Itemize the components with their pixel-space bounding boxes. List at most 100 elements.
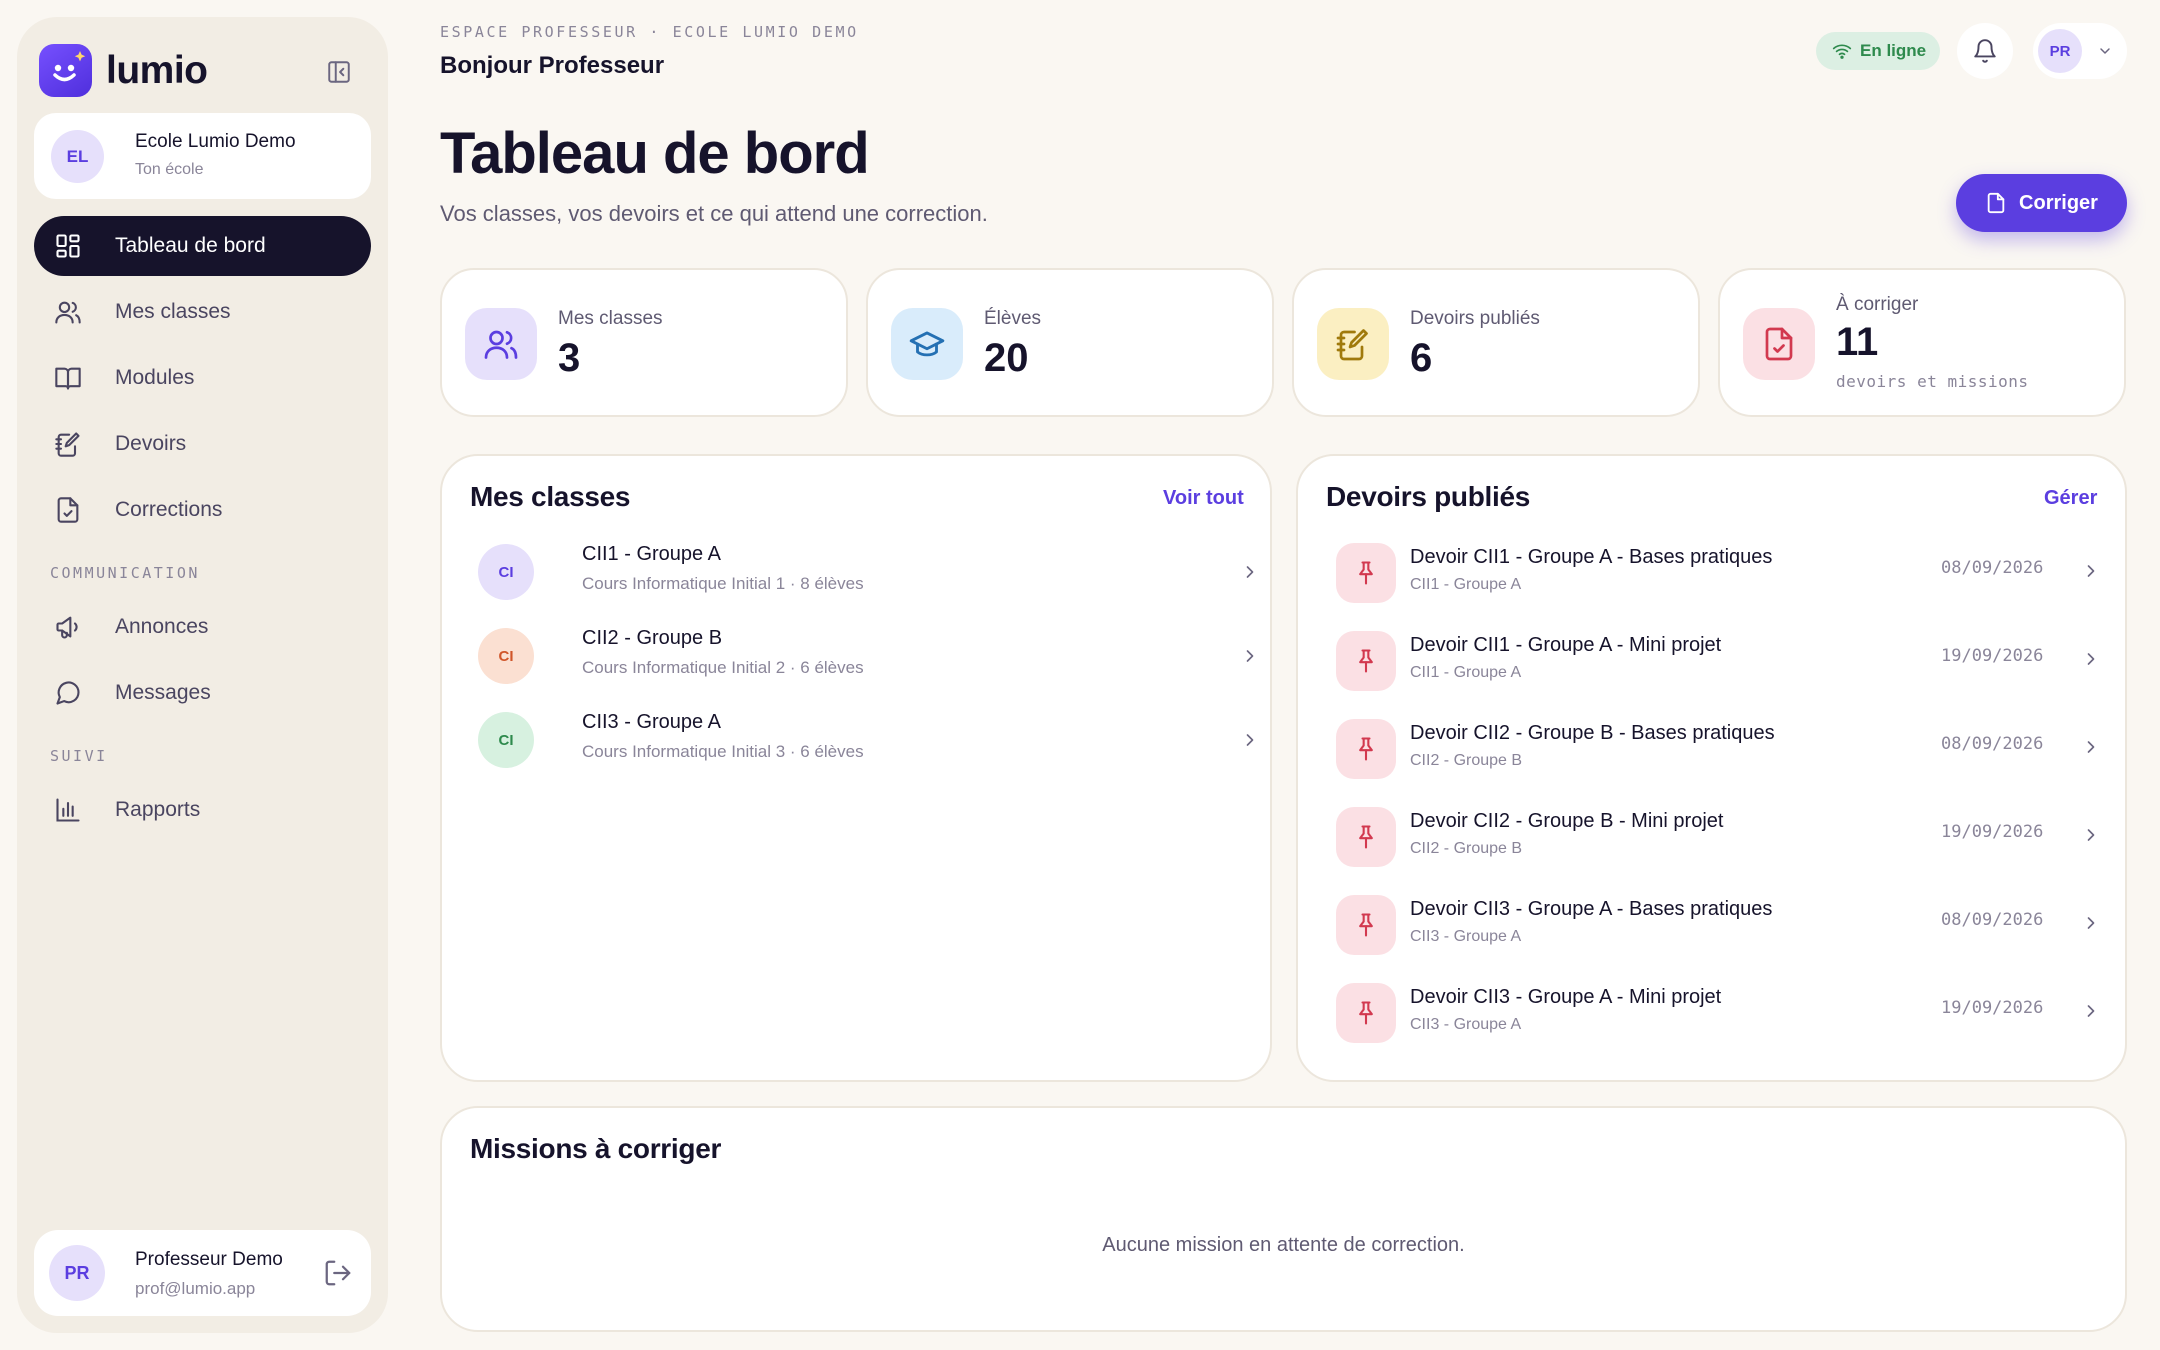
sidebar-item-homework[interactable]: Devoirs	[34, 414, 371, 474]
profile-avatar: PR	[2038, 29, 2082, 73]
sidebar-item-corrections[interactable]: Corrections	[34, 480, 371, 540]
class-detail: Cours Informatique Initial 1 · 8 élèves	[582, 574, 864, 593]
class-name: CII2 - Groupe B	[582, 627, 723, 649]
sidebar-item-reports[interactable]: Rapports	[34, 780, 371, 840]
brand[interactable]: lumio	[39, 44, 208, 97]
profile-menu-button[interactable]: PR	[2033, 23, 2127, 79]
users-icon	[55, 301, 81, 324]
sidebar-item-modules[interactable]: Modules	[34, 348, 371, 408]
homework-title: Devoir CII3 - Groupe A - Mini projet	[1410, 986, 1722, 1008]
logout-icon[interactable]	[323, 1258, 353, 1288]
chevron-right-icon	[1246, 734, 1254, 746]
class-name: CII1 - Groupe A	[582, 543, 721, 565]
stat-note: devoirs et missions	[1836, 372, 2029, 391]
pin-icon	[1336, 631, 1396, 691]
homework-row[interactable]: Devoir CII3 - Groupe A - Mini projet CII…	[1336, 978, 2106, 1048]
homework-group: CII3 - Groupe A	[1410, 928, 1522, 945]
manage-homework-link[interactable]: Gérer	[2044, 487, 2097, 510]
stat-value: 20	[984, 336, 1029, 380]
class-row[interactable]: CI CII3 - Groupe A Cours Informatique In…	[470, 705, 1254, 775]
homework-row[interactable]: Devoir CII1 - Groupe A - Bases pratiques…	[1336, 538, 2106, 608]
chevron-down-icon	[2100, 48, 2110, 54]
sidebar-item-announcements[interactable]: Annonces	[34, 597, 371, 657]
megaphone-icon	[56, 616, 78, 639]
chevron-right-icon	[2087, 917, 2095, 929]
class-detail: Cours Informatique Initial 3 · 6 élèves	[582, 742, 864, 761]
pin-icon	[1336, 543, 1396, 603]
sidebar: lumio EL Ecole Lumio Demo Ton école Tabl…	[17, 17, 388, 1333]
pin-icon	[1336, 719, 1396, 779]
message-icon	[56, 681, 80, 705]
homework-title: Devoir CII2 - Groupe B - Bases pratiques	[1410, 722, 1775, 744]
stat-label: À corriger	[1836, 294, 1919, 315]
sidebar-item-dashboard[interactable]: Tableau de bord	[34, 216, 371, 276]
pin-icon	[1336, 983, 1396, 1043]
homework-group: CII2 - Groupe B	[1410, 840, 1523, 857]
breadcrumb: ESPACE PROFESSEUR · ECOLE LUMIO DEMO	[440, 23, 859, 41]
homework-row[interactable]: Devoir CII2 - Groupe B - Bases pratiques…	[1336, 714, 2106, 784]
homework-group: CII2 - Groupe B	[1410, 752, 1523, 769]
bell-icon	[1974, 39, 1996, 63]
stat-card-students[interactable]: Élèves 20	[866, 268, 1274, 417]
notifications-button[interactable]	[1957, 23, 2013, 79]
book-icon	[55, 367, 81, 390]
stat-icon-to-grade	[1743, 308, 1815, 380]
nav-section-suivi: SUIVI	[50, 747, 108, 765]
stat-label: Devoirs publiés	[1410, 308, 1540, 329]
sidebar-item-classes[interactable]: Mes classes	[34, 282, 371, 342]
sidebar-item-messages[interactable]: Messages	[34, 663, 371, 723]
grade-button-label: Corriger	[2019, 191, 2098, 214]
homework-row[interactable]: Devoir CII1 - Groupe A - Mini projet CII…	[1336, 626, 2106, 696]
chevron-right-icon	[2087, 1005, 2095, 1017]
class-row[interactable]: CI CII2 - Groupe B Cours Informatique In…	[470, 621, 1254, 691]
class-row[interactable]: CI CII1 - Groupe A Cours Informatique In…	[470, 537, 1254, 607]
homework-date: 08/09/2026	[1941, 558, 2044, 578]
classes-panel-title: Mes classes	[470, 481, 631, 512]
homework-title: Devoir CII2 - Groupe B - Mini projet	[1410, 810, 1724, 832]
see-all-classes-link[interactable]: Voir tout	[1163, 487, 1244, 510]
graduation-cap-icon	[909, 331, 945, 357]
homework-row[interactable]: Devoir CII3 - Groupe A - Bases pratiques…	[1336, 890, 2106, 960]
class-avatar: CI	[478, 628, 534, 684]
pin-icon	[1336, 807, 1396, 867]
user-email: prof@lumio.app	[135, 1279, 256, 1298]
stat-card-to-grade[interactable]: À corriger 11 devoirs et missions	[1718, 268, 2126, 417]
school-card[interactable]: EL Ecole Lumio Demo Ton école	[34, 113, 371, 199]
homework-panel-title: Devoirs publiés	[1326, 481, 1531, 512]
grade-button[interactable]: Corriger	[1956, 174, 2127, 232]
stat-icon-classes	[465, 308, 537, 380]
chevron-right-icon	[2087, 829, 2095, 841]
sidebar-item-label: Messages	[115, 681, 211, 704]
notebook-icon	[1336, 329, 1368, 361]
homework-title: Devoir CII1 - Groupe A - Bases pratiques	[1410, 546, 1773, 568]
page-title: Tableau de bord	[440, 121, 870, 186]
sidebar-item-label: Mes classes	[115, 300, 231, 323]
stat-icon-students	[891, 308, 963, 380]
homework-row[interactable]: Devoir CII2 - Groupe B - Mini projet CII…	[1336, 802, 2106, 872]
notebook-icon	[55, 432, 80, 457]
chevron-right-icon	[1246, 650, 1254, 662]
homework-group: CII3 - Groupe A	[1410, 1016, 1522, 1033]
pin-icon	[1336, 895, 1396, 955]
greeting: Bonjour Professeur	[440, 52, 665, 79]
user-card[interactable]: PR Professeur Demo prof@lumio.app	[34, 1230, 371, 1316]
chevron-right-icon	[2087, 565, 2095, 577]
sidebar-item-label: Annonces	[115, 615, 209, 638]
homework-date: 19/09/2026	[1941, 646, 2044, 666]
school-subtitle: Ton école	[135, 161, 204, 178]
sidebar-collapse-icon	[328, 61, 350, 83]
missions-empty-state: Aucune mission en attente de correction.	[1102, 1234, 1465, 1256]
homework-panel: Devoirs publiés Gérer Devoir CII1 - Grou…	[1296, 454, 2127, 1082]
homework-group: CII1 - Groupe A	[1410, 664, 1522, 681]
status-badge: En ligne	[1816, 32, 1940, 70]
stat-card-classes[interactable]: Mes classes 3	[440, 268, 848, 417]
class-name: CII3 - Groupe A	[582, 711, 721, 733]
stat-card-homework[interactable]: Devoirs publiés 6	[1292, 268, 1700, 417]
sidebar-item-label: Devoirs	[115, 432, 187, 455]
user-avatar: PR	[49, 1245, 105, 1301]
dashboard-icon	[56, 234, 80, 258]
nav-section-communication: COMMUNICATION	[50, 564, 200, 582]
sidebar-item-label: Modules	[115, 366, 195, 389]
stat-label: Élèves	[984, 308, 1042, 329]
collapse-sidebar-button[interactable]	[324, 57, 354, 87]
